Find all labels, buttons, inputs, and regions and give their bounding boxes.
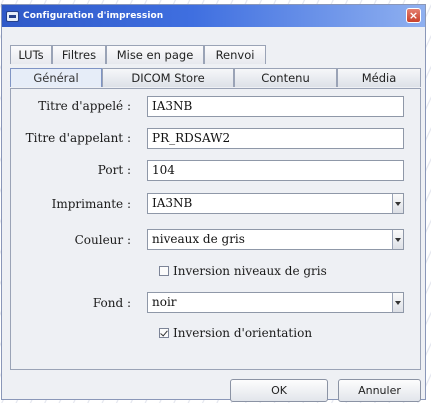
invert-gray-option[interactable]: Inversion niveaux de gris bbox=[159, 264, 327, 278]
background-label: Fond : bbox=[92, 296, 131, 310]
cancel-button[interactable]: Annuler bbox=[338, 379, 421, 402]
tab-mise-en-page[interactable]: Mise en page bbox=[106, 45, 204, 64]
color-label: Couleur : bbox=[74, 233, 131, 247]
window-title: Configuration d'impression bbox=[23, 11, 164, 21]
chevron-down-icon[interactable] bbox=[392, 293, 403, 312]
print-config-dialog: Configuration d'impression × LUTs Filtre… bbox=[1, 4, 426, 402]
printer-label: Imprimante : bbox=[51, 197, 131, 211]
calling-title-input[interactable]: PR_RDSAW2 bbox=[147, 128, 404, 149]
tab-renvoi[interactable]: Renvoi bbox=[204, 45, 266, 64]
ok-button[interactable]: OK bbox=[230, 379, 328, 402]
general-panel: Titre d'appelé : IA3NB Titre d'appelant … bbox=[10, 88, 421, 370]
invert-orientation-option[interactable]: Inversion d'orientation bbox=[159, 326, 312, 340]
invert-orientation-label: Inversion d'orientation bbox=[173, 326, 313, 340]
invert-orientation-checkbox[interactable] bbox=[159, 328, 169, 338]
tab-luts[interactable]: LUTs bbox=[10, 45, 52, 64]
tab-general[interactable]: Général bbox=[10, 68, 102, 87]
chevron-down-icon[interactable] bbox=[392, 230, 403, 249]
called-title-input[interactable]: IA3NB bbox=[147, 96, 404, 117]
chevron-down-icon[interactable] bbox=[392, 194, 403, 213]
close-button[interactable]: × bbox=[406, 8, 421, 23]
tab-media[interactable]: Média bbox=[337, 68, 421, 87]
invert-gray-label: Inversion niveaux de gris bbox=[173, 264, 327, 278]
background-select-value: noir bbox=[152, 295, 177, 309]
printer-select-value: IA3NB bbox=[152, 196, 193, 210]
port-label: Port : bbox=[97, 163, 131, 177]
calling-title-label: Titre d'appelant : bbox=[25, 131, 131, 145]
called-title-label: Titre d'appelé : bbox=[38, 99, 131, 113]
color-select-value: niveaux de gris bbox=[152, 232, 245, 246]
port-input[interactable]: 104 bbox=[147, 160, 404, 181]
tab-contenu[interactable]: Contenu bbox=[234, 68, 337, 87]
color-select[interactable]: niveaux de gris bbox=[147, 229, 404, 250]
background-select[interactable]: noir bbox=[147, 292, 404, 313]
title-bar[interactable]: Configuration d'impression × bbox=[2, 5, 425, 27]
printer-select[interactable]: IA3NB bbox=[147, 193, 404, 214]
printer-icon bbox=[6, 10, 19, 22]
tab-filtres[interactable]: Filtres bbox=[52, 45, 106, 64]
invert-gray-checkbox[interactable] bbox=[159, 266, 169, 276]
tab-dicom-store[interactable]: DICOM Store bbox=[102, 68, 234, 87]
